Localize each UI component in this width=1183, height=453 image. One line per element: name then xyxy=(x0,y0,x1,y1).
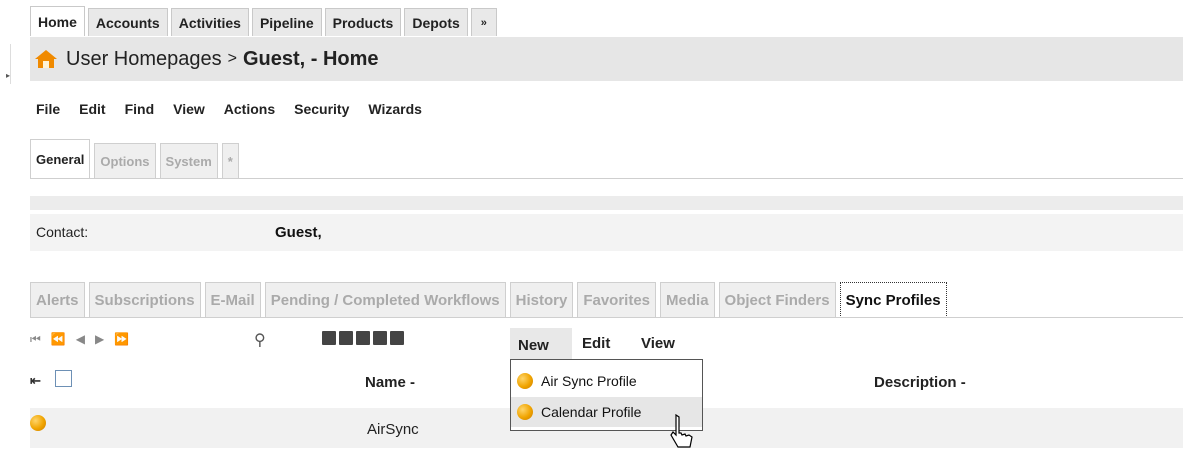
list-menu-new[interactable]: New xyxy=(510,328,572,362)
tab-object-finders[interactable]: Object Finders xyxy=(718,282,836,318)
record-tab-bar: General Options System * xyxy=(30,139,239,179)
first-page-icon[interactable]: ⏮ xyxy=(30,332,41,347)
list-icon[interactable] xyxy=(390,331,404,345)
select-all-checkbox[interactable] xyxy=(55,370,72,387)
menu-item-air-sync-profile[interactable]: Air Sync Profile xyxy=(511,366,702,396)
edit-icon[interactable] xyxy=(373,331,387,345)
tab-accounts[interactable]: Accounts xyxy=(87,8,168,36)
air-sync-profile-icon xyxy=(517,373,533,389)
divider xyxy=(30,317,1183,318)
row-name[interactable]: AirSync xyxy=(367,421,419,438)
mouse-pointer-icon xyxy=(670,413,693,448)
home-icon xyxy=(35,50,57,68)
tab-alerts[interactable]: Alerts xyxy=(30,282,85,318)
tab-pipeline[interactable]: Pipeline xyxy=(251,8,322,36)
tab-sync-profiles[interactable]: Sync Profiles xyxy=(839,282,947,318)
tab-more[interactable]: » xyxy=(470,8,497,36)
list-menu-edit[interactable]: Edit xyxy=(582,335,610,352)
calendar-profile-icon xyxy=(517,404,533,420)
tab-system[interactable]: System xyxy=(159,143,218,179)
column-header-description[interactable]: Description - xyxy=(874,374,966,391)
section-stripe xyxy=(30,196,1183,210)
select-all-icon[interactable]: ⇤ xyxy=(30,373,41,389)
tab-products[interactable]: Products xyxy=(324,8,402,36)
menu-bar: File Edit Find View Actions Security Wiz… xyxy=(36,101,422,117)
menu-edit[interactable]: Edit xyxy=(79,101,105,117)
sync-profile-icon xyxy=(30,415,46,431)
menu-security[interactable]: Security xyxy=(294,101,349,117)
tab-history[interactable]: History xyxy=(509,282,574,318)
next-icon[interactable]: ▶ xyxy=(95,332,104,347)
column-name-label: Name xyxy=(365,374,406,391)
last-page-icon[interactable]: ⏩ xyxy=(114,332,129,347)
contact-label: Contact: xyxy=(36,224,89,240)
expand-arrow-icon: ▸ xyxy=(6,71,11,80)
tab-activities[interactable]: Activities xyxy=(170,8,249,36)
tab-general[interactable]: General xyxy=(30,139,91,179)
tab-email[interactable]: E-Mail xyxy=(204,282,261,318)
sort-marker: - xyxy=(960,374,966,391)
pager: ⏮ ⏪ ◀ ▶ ⏩ xyxy=(30,332,129,347)
tab-home[interactable]: Home xyxy=(30,6,85,36)
breadcrumb-separator: > xyxy=(227,50,237,67)
related-tab-bar: Alerts Subscriptions E-Mail Pending / Co… xyxy=(30,282,947,318)
sidebar-collapse-handle[interactable]: ▸ xyxy=(0,44,11,84)
top-tab-bar: Home Accounts Activities Pipeline Produc… xyxy=(30,6,497,36)
list-menu-view[interactable]: View xyxy=(641,335,675,352)
title-bar: User Homepages > Guest, - Home xyxy=(30,37,1183,81)
column-header-name[interactable]: Name - xyxy=(365,374,415,391)
menu-wizards[interactable]: Wizards xyxy=(368,101,422,117)
menu-actions[interactable]: Actions xyxy=(224,101,275,117)
tab-depots[interactable]: Depots xyxy=(404,8,468,36)
print-icon[interactable] xyxy=(356,331,370,345)
menu-item-label: Calendar Profile xyxy=(541,404,642,420)
tab-favorites[interactable]: Favorites xyxy=(577,282,657,318)
tab-workflows[interactable]: Pending / Completed Workflows xyxy=(264,282,506,318)
tab-options[interactable]: Options xyxy=(94,143,156,179)
menu-item-label: Air Sync Profile xyxy=(541,373,637,389)
menu-file[interactable]: File xyxy=(36,101,60,117)
page-title: Guest, - Home xyxy=(242,47,379,70)
divider xyxy=(30,178,1183,179)
previous-icon[interactable]: ◀ xyxy=(76,332,85,347)
sort-marker: - xyxy=(410,374,416,391)
search-icon[interactable]: ⚲ xyxy=(254,330,266,350)
previous-page-icon[interactable]: ⏪ xyxy=(51,332,66,347)
column-description-label: Description xyxy=(874,374,957,391)
contact-field-row: Contact: Guest, xyxy=(30,214,1183,251)
tab-subscriptions[interactable]: Subscriptions xyxy=(88,282,201,318)
columns-icon[interactable] xyxy=(339,331,353,345)
menu-view[interactable]: View xyxy=(173,101,205,117)
contact-value[interactable]: Guest, xyxy=(275,224,322,241)
tab-all[interactable]: * xyxy=(221,143,239,179)
toolbar-icons xyxy=(322,331,404,345)
breadcrumb-user-homepages[interactable]: User Homepages xyxy=(66,48,222,71)
tab-media[interactable]: Media xyxy=(660,282,715,318)
menu-find[interactable]: Find xyxy=(125,101,155,117)
delete-icon[interactable] xyxy=(322,331,336,345)
